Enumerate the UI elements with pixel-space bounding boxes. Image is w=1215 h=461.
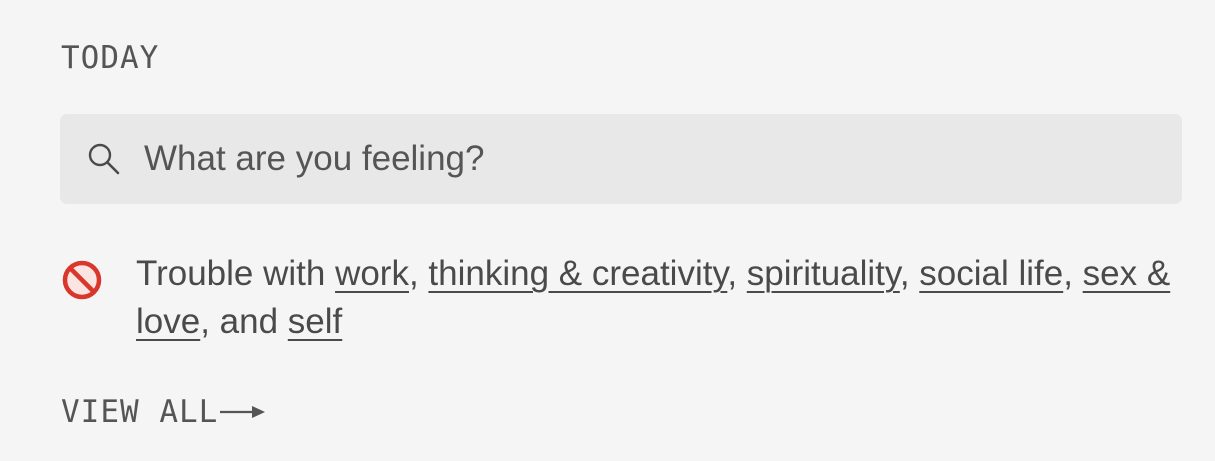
separator: , bbox=[1063, 254, 1083, 293]
arrow-right-icon bbox=[220, 402, 266, 422]
separator: , and bbox=[200, 302, 288, 341]
mood-row: Trouble with work, thinking & creativity… bbox=[62, 250, 1182, 346]
link-self[interactable]: self bbox=[288, 302, 342, 341]
view-all-link[interactable]: VIEW ALL bbox=[61, 392, 266, 432]
separator: , bbox=[899, 254, 920, 293]
mood-prefix: Trouble with bbox=[136, 254, 336, 293]
link-work[interactable]: work bbox=[335, 254, 409, 293]
prohibited-icon bbox=[62, 260, 102, 300]
mood-text: Trouble with work, thinking & creativity… bbox=[136, 250, 1176, 346]
search-input[interactable] bbox=[144, 139, 1104, 179]
link-spirituality[interactable]: spirituality bbox=[747, 254, 900, 293]
search-icon bbox=[86, 139, 126, 179]
separator: , bbox=[408, 254, 429, 293]
section-title: TODAY bbox=[61, 40, 160, 76]
link-social-life[interactable]: social life bbox=[919, 254, 1063, 293]
view-all-label: VIEW ALL bbox=[61, 394, 219, 430]
separator: , bbox=[727, 254, 747, 293]
search-box[interactable] bbox=[60, 114, 1182, 204]
link-thinking-creativity[interactable]: thinking & creativity bbox=[428, 254, 727, 293]
